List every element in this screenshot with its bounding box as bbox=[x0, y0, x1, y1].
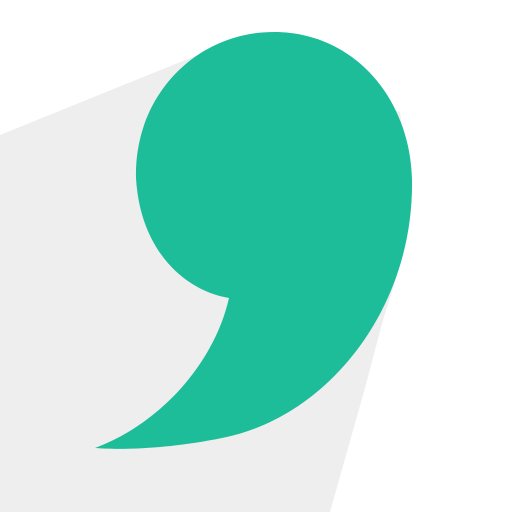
comma-icon bbox=[0, 0, 512, 512]
app-icon bbox=[0, 0, 512, 512]
